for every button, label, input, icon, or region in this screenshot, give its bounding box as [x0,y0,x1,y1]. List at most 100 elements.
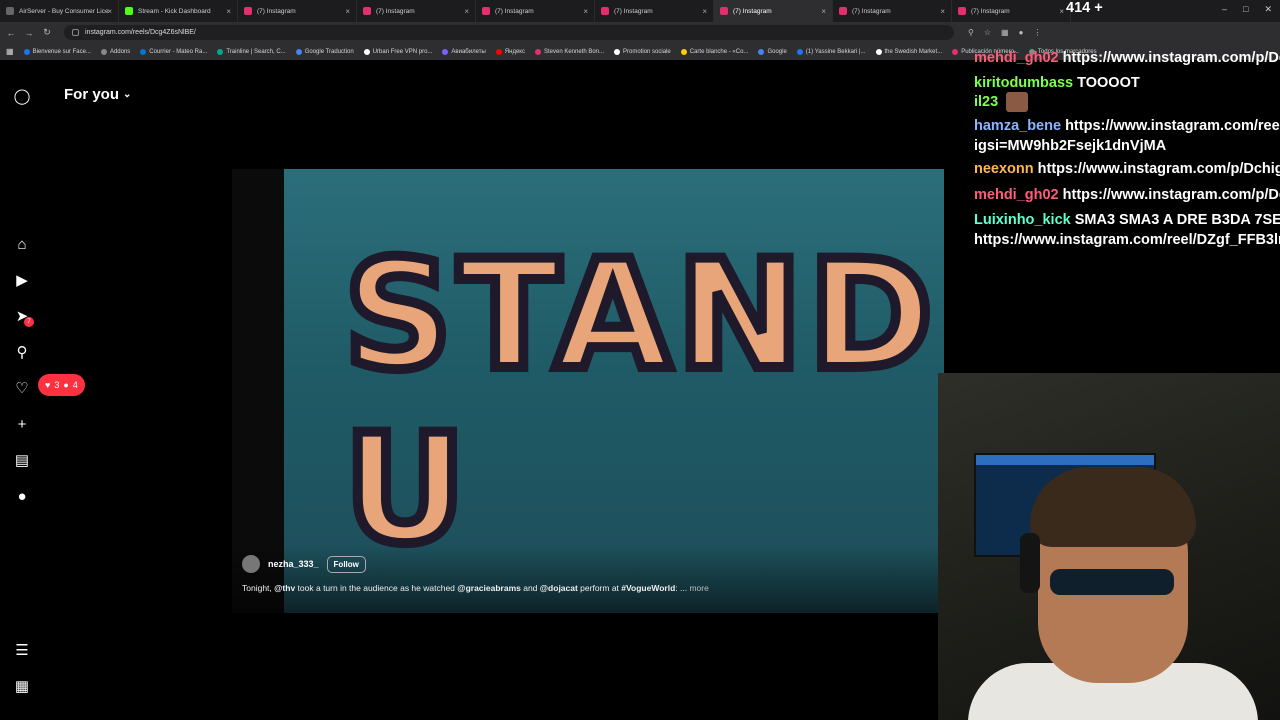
mention-link[interactable]: @thv [274,583,295,593]
tab-favicon-icon [244,7,252,15]
author-username[interactable]: nezha_333_ [268,559,319,569]
tab-close-icon[interactable]: × [583,7,588,16]
bookmark-label: the Swedish Market... [884,48,943,55]
bookmark-label: Addons [109,48,131,55]
apps-grid-icon[interactable]: ▦ [6,47,14,56]
tab-close-icon[interactable]: × [702,7,707,16]
tab-close-icon[interactable]: × [345,7,350,16]
bookmark-favicon-icon [100,48,107,55]
chat-username: neexonn [974,161,1034,177]
bookmark-item[interactable]: Авиабилеты [442,48,486,55]
browser-tab[interactable]: (7) Instagram × [714,0,833,22]
tab-close-icon[interactable]: × [107,7,112,16]
reload-icon[interactable]: ↻ [42,27,52,38]
bookmark-label: Trainline | Search, C... [226,48,286,55]
bookmark-item[interactable]: Urban Free VPN pro... [363,48,433,55]
chat-message: Luixinho_kick SMA3 SMA3 A DRE B3DA 7SE [974,212,1280,228]
feed-selector[interactable]: For you ⌄ [64,86,131,103]
more-menu-icon[interactable]: ☰ [13,641,31,659]
streamer-headset [1020,533,1040,593]
tab-close-icon[interactable]: × [940,7,945,16]
browser-tab[interactable]: (7) Instagram × [833,0,952,22]
bookmark-item[interactable]: Trainline | Search, C... [217,48,286,55]
site-info-icon[interactable] [72,29,79,36]
tab-favicon-icon [125,7,133,15]
caption-text: : ... [675,583,690,593]
bookmark-label: Promotion sociale [623,48,671,55]
bookmark-item[interactable]: Bienvenue sur Face... [23,48,91,55]
bookmark-label: Яндекс [504,48,525,55]
author-avatar[interactable] [242,555,260,573]
activity-notification-pill[interactable]: ♥ 3 ● 4 [38,374,85,396]
tab-label: Stream - Kick Dashboard [138,7,211,15]
stream-chat-overlay: 414 + mehdi_gh02 https://www.instagram.c… [970,0,1280,260]
url-field[interactable]: instagram.com/reels/Dcg4Z6sNlBE/ [64,25,954,40]
tab-close-icon[interactable]: × [226,7,231,16]
tab-label: (7) Instagram [614,7,653,15]
browser-tab[interactable]: Stream - Kick Dashboard × [119,0,238,22]
dashboard-icon[interactable]: ▤ [13,451,31,469]
bookmark-label: Steven Kenneth Bon... [543,48,605,55]
home-icon[interactable]: ⌂ [13,235,31,253]
bookmark-item[interactable]: the Swedish Market... [875,48,943,55]
mention-link[interactable]: @gracieabrams [457,583,521,593]
chat-username: mehdi_gh02 [974,50,1059,66]
bookmark-favicon-icon [796,48,803,55]
bookmark-label: Google [767,48,787,55]
stage-sign-text: STAND U [339,224,939,582]
browser-tab[interactable]: (7) Instagram × [595,0,714,22]
bookmark-item[interactable]: Steven Kenneth Bon... [534,48,605,55]
bookmark-item[interactable]: Google [758,48,787,55]
browser-tab[interactable]: (7) Instagram × [476,0,595,22]
bookmark-item[interactable]: Addons [100,48,131,55]
bookmark-item[interactable]: Яндекс [495,48,525,55]
reel-player[interactable]: STAND U nezha_333_ Follow Tonight, @thv … [232,169,944,613]
mention-link[interactable]: @dojacat [540,583,578,593]
tab-label: AirServer - Buy Consumer Lice [19,7,109,15]
chat-message: hamza_bene https://www.instagram.com/ree… [974,118,1280,134]
also-from-meta-icon[interactable]: ▦ [13,677,31,695]
reels-icon[interactable]: ▶ [13,271,31,289]
create-plus-icon[interactable]: + [13,415,31,433]
streamer-sunglasses [1050,569,1174,595]
browser-tab[interactable]: (7) Instagram × [357,0,476,22]
tab-close-icon[interactable]: × [464,7,469,16]
tab-label: (7) Instagram [495,7,534,15]
search-icon[interactable]: ⚲ [13,343,31,361]
profile-avatar-icon[interactable]: ● [13,487,31,505]
chat-message: kiritodumbass TOOOOT [974,75,1140,91]
bookmark-favicon-icon [680,48,687,55]
caption-text: and [520,583,540,593]
browser-tab[interactable]: (7) Instagram × [238,0,357,22]
tab-close-icon[interactable]: × [821,7,826,16]
bookmark-favicon-icon [140,48,147,55]
browser-tab[interactable]: AirServer - Buy Consumer Lice × [0,0,119,22]
follow-button[interactable]: Follow [326,555,366,573]
forward-icon[interactable]: → [24,28,34,38]
chat-message: https://www.instagram.com/reel/DZgf_FFB3… [974,232,1280,248]
hashtag-link[interactable]: #VogueWorld [621,583,675,593]
bookmark-favicon-icon [952,48,959,55]
tab-favicon-icon [958,7,966,15]
bookmark-item[interactable]: (1) Yassine Bekkari |... [796,48,866,55]
bookmark-favicon-icon [534,48,541,55]
messages-badge: 7 [24,317,34,327]
instagram-logo-icon[interactable]: ◯ [13,87,31,105]
bookmark-label: Urban Free VPN pro... [372,48,433,55]
chevron-down-icon: ⌄ [123,89,132,100]
back-icon[interactable]: ← [6,28,16,38]
bookmark-item[interactable]: Promotion sociale [614,48,671,55]
tab-favicon-icon [363,7,371,15]
bookmark-favicon-icon [217,48,224,55]
caption-more-link[interactable]: more [689,583,708,593]
chat-text: https://www.instagram.com/p/DchigA [1037,161,1280,177]
chat-message: neexonn https://www.instagram.com/p/Dchi… [974,161,1280,177]
bookmark-item[interactable]: Courrier - Mateo Ra... [140,48,207,55]
streamer-webcam [938,373,1280,720]
notifications-heart-icon[interactable]: ♡ [13,379,31,397]
bookmark-item[interactable]: Google Traduction [295,48,354,55]
viewer-count-text: 414 + [1066,0,1103,16]
chat-text: igsi=MW9hb2Fsejk1dnVjMA [974,138,1167,154]
bookmark-item[interactable]: Carte blanche - «Co... [680,48,748,55]
tab-favicon-icon [839,7,847,15]
